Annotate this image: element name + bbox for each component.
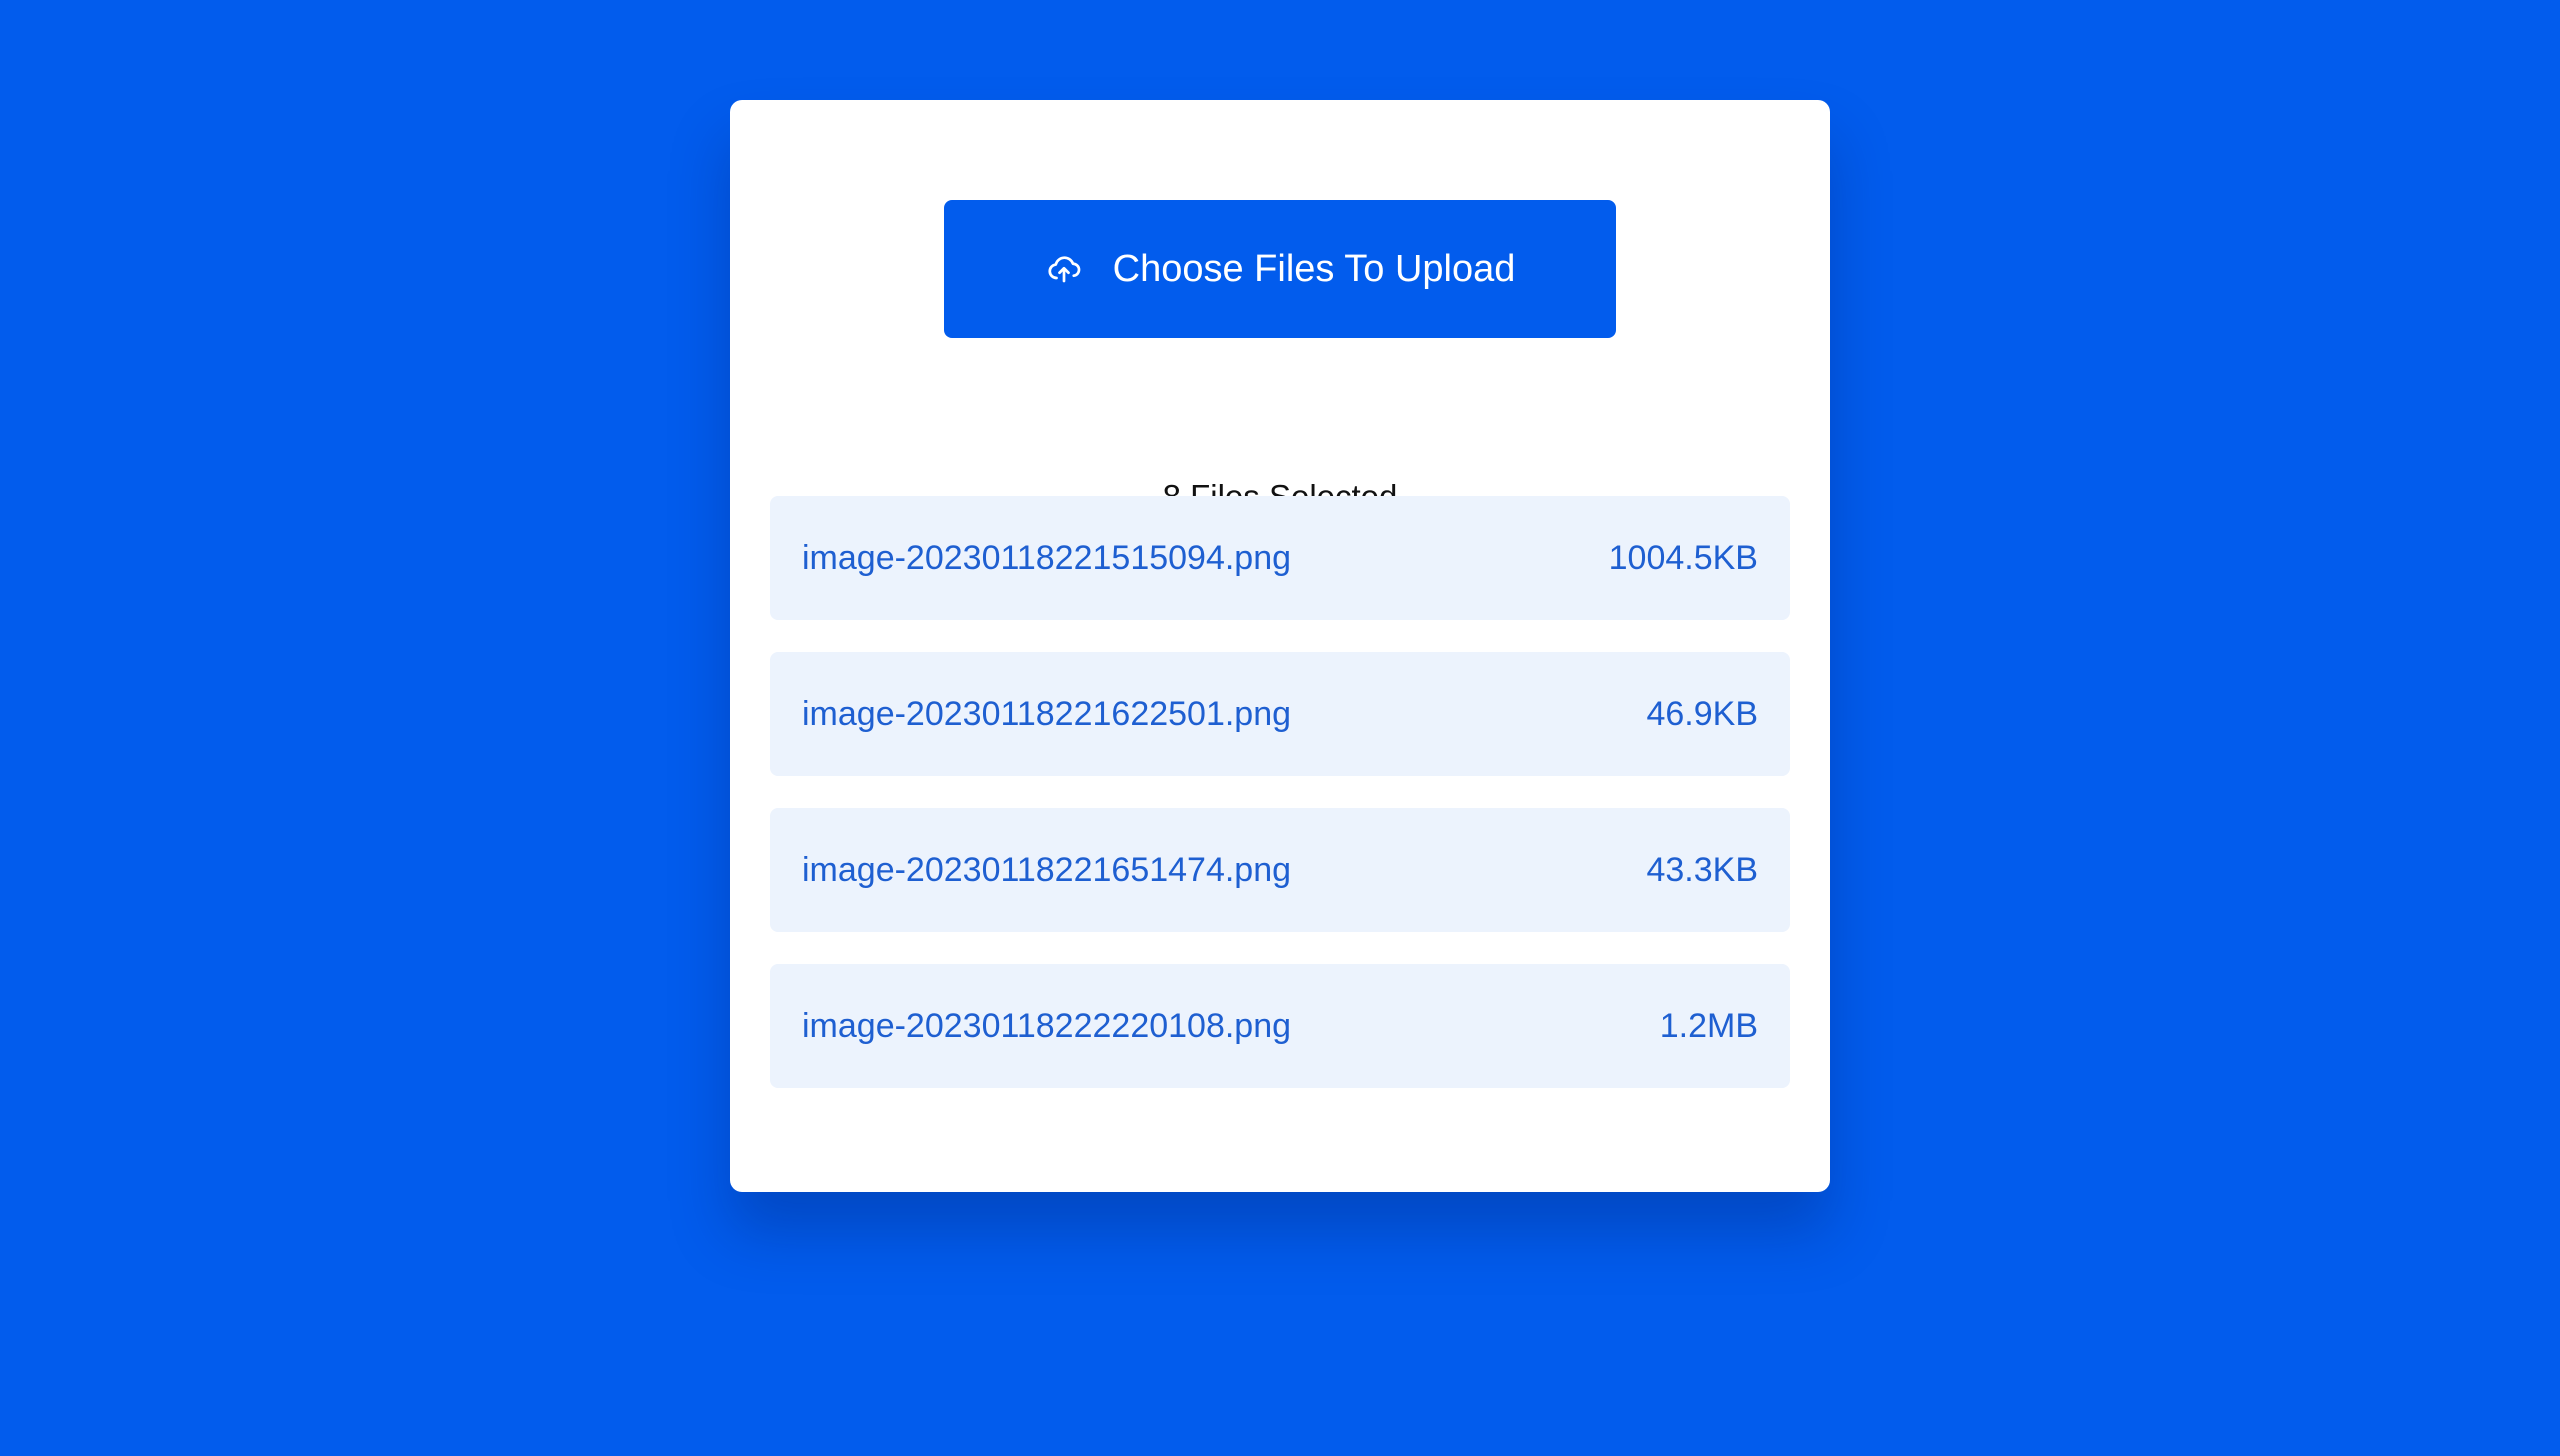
upload-card: Choose Files To Upload 8 Files Selected … [730, 100, 1830, 1192]
file-list-item: image-20230118221651474.png 43.3KB [770, 808, 1790, 932]
choose-files-button[interactable]: Choose Files To Upload [944, 200, 1616, 338]
file-size: 46.9KB [1646, 694, 1758, 733]
file-size: 1004.5KB [1608, 538, 1758, 577]
file-list: image-20230118221515094.png 1004.5KB ima… [770, 496, 1790, 1120]
file-name: image-20230118221515094.png [802, 538, 1292, 577]
choose-files-label: Choose Files To Upload [1112, 247, 1516, 290]
file-list-item: image-20230118222220108.png 1.2MB [770, 964, 1790, 1088]
file-list-item: image-20230118221515094.png 1004.5KB [770, 496, 1790, 620]
file-list-item: image-20230118221622501.png 46.9KB [770, 652, 1790, 776]
file-name: image-20230118222220108.png [802, 1006, 1292, 1045]
file-size: 1.2MB [1659, 1006, 1758, 1045]
file-size: 43.3KB [1646, 850, 1758, 889]
file-name: image-20230118221622501.png [802, 694, 1292, 733]
file-name: image-20230118221651474.png [802, 850, 1292, 889]
cloud-upload-icon [1045, 250, 1083, 288]
